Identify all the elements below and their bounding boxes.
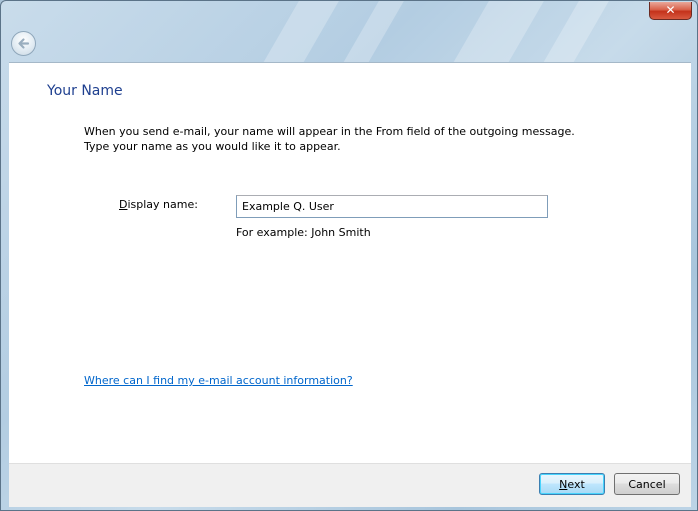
close-button[interactable]: ✕	[649, 2, 692, 20]
next-button[interactable]: Next	[539, 473, 605, 495]
page-description: When you send e-mail, your name will app…	[84, 124, 575, 154]
next-label: ext	[567, 477, 585, 491]
page-title: Your Name	[47, 83, 123, 99]
glass-decoration	[453, 1, 544, 63]
display-name-label-text: isplay name:	[127, 198, 198, 211]
close-icon: ✕	[665, 3, 676, 17]
glass-decoration	[263, 1, 339, 63]
back-button[interactable]	[11, 31, 36, 56]
account-info-help-link[interactable]: Where can I find my e-mail account infor…	[84, 374, 353, 387]
description-line: Type your name as you would like it to a…	[84, 140, 341, 153]
wizard-content: Your Name When you send e-mail, your nam…	[9, 62, 691, 464]
display-name-input[interactable]	[236, 195, 548, 218]
example-hint: For example: John Smith	[236, 226, 371, 239]
cancel-button[interactable]: Cancel	[614, 473, 680, 495]
wizard-footer: Next Cancel	[9, 463, 691, 507]
display-name-label: Display name:	[119, 198, 198, 211]
glass-decoration	[343, 1, 404, 63]
wizard-window: ✕ Your Name When you send e-mail, your n…	[0, 0, 698, 511]
description-line: When you send e-mail, your name will app…	[84, 125, 575, 138]
back-arrow-icon	[18, 38, 30, 49]
glass-decoration	[543, 1, 609, 63]
